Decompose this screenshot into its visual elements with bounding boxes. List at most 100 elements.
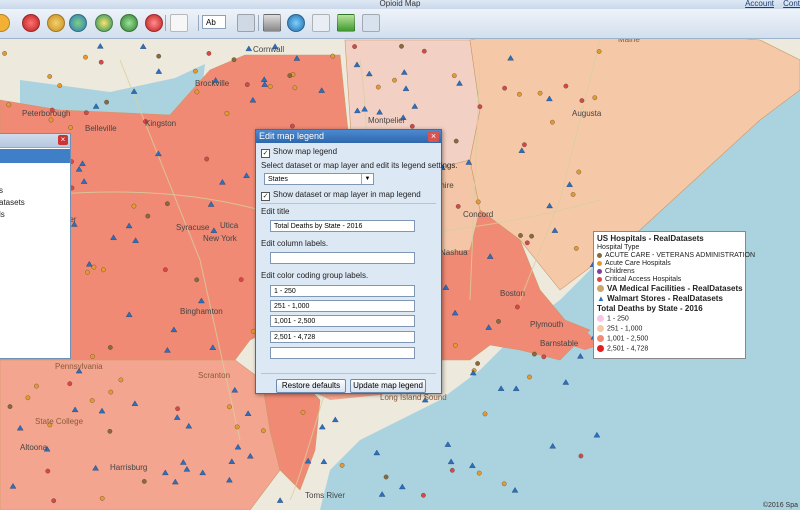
hospital-marker[interactable]	[421, 48, 427, 54]
hospital-marker[interactable]	[107, 345, 113, 350]
hospital-marker[interactable]	[517, 91, 522, 97]
account-link[interactable]: Account	[745, 0, 774, 8]
hospital-marker[interactable]	[194, 89, 200, 95]
hospital-marker[interactable]	[287, 73, 293, 78]
hospital-marker[interactable]	[300, 409, 306, 415]
hospital-marker[interactable]	[91, 264, 97, 270]
hospital-marker[interactable]	[541, 354, 547, 360]
hospital-marker[interactable]	[131, 203, 137, 209]
hospital-marker[interactable]	[518, 233, 523, 238]
hospital-marker[interactable]	[570, 192, 576, 197]
hospital-marker[interactable]	[596, 49, 602, 54]
spreadsheet-icon[interactable]	[312, 14, 330, 32]
hospital-marker[interactable]	[524, 240, 530, 246]
layers-icon[interactable]	[47, 14, 65, 32]
group-input-3[interactable]: 1,001 - 2,500	[270, 315, 415, 327]
hospital-marker[interactable]	[292, 85, 298, 91]
hospital-marker[interactable]	[85, 269, 90, 275]
hospital-marker[interactable]	[267, 84, 273, 89]
hospital-marker[interactable]	[352, 44, 357, 49]
close-icon[interactable]: ×	[58, 135, 68, 145]
hospital-marker[interactable]	[475, 199, 481, 205]
record-icon[interactable]	[22, 14, 40, 32]
hospital-marker[interactable]	[165, 201, 170, 207]
hospital-marker[interactable]	[453, 138, 459, 144]
hospital-marker[interactable]	[145, 213, 151, 219]
hospital-marker[interactable]	[515, 304, 520, 310]
hospital-marker[interactable]	[118, 377, 124, 383]
hospital-marker[interactable]	[455, 204, 461, 209]
show-dataset-row[interactable]: ✓ Show dataset or map layer in map legend	[261, 190, 421, 201]
hospital-marker[interactable]	[99, 496, 105, 501]
column-input[interactable]	[270, 252, 415, 264]
hospital-marker[interactable]	[421, 492, 426, 498]
menu-icon[interactable]	[362, 14, 380, 32]
show-legend-checkbox[interactable]: ✓	[261, 149, 270, 158]
hospital-marker[interactable]	[578, 453, 584, 459]
hospital-marker[interactable]	[57, 83, 63, 88]
hospital-marker[interactable]	[392, 77, 397, 83]
hospital-marker[interactable]	[206, 51, 212, 56]
hospital-marker[interactable]	[98, 59, 104, 65]
dataset-select[interactable]: States ▼	[264, 173, 374, 185]
hospital-marker[interactable]	[231, 57, 237, 63]
hospital-marker[interactable]	[101, 267, 106, 273]
hospital-marker[interactable]	[83, 110, 89, 116]
target-icon[interactable]	[95, 14, 113, 32]
print-icon[interactable]	[170, 14, 188, 32]
restore-defaults-button[interactable]: Restore defaults	[276, 379, 346, 393]
hospital-marker[interactable]	[108, 389, 114, 395]
hospital-marker[interactable]	[7, 404, 13, 409]
hospital-marker[interactable]	[193, 68, 198, 74]
hospital-marker[interactable]	[451, 73, 457, 79]
close-icon[interactable]: ×	[428, 131, 439, 142]
hospital-marker[interactable]	[383, 474, 389, 480]
hospital-marker[interactable]	[141, 479, 147, 484]
pan-icon[interactable]	[0, 14, 10, 32]
hospital-marker[interactable]	[496, 319, 501, 324]
hospital-marker[interactable]	[163, 267, 168, 273]
hospital-marker[interactable]	[25, 395, 31, 401]
update-legend-button[interactable]: Update map legend	[350, 379, 426, 393]
hospital-marker[interactable]	[399, 43, 404, 49]
hospital-marker[interactable]	[501, 481, 507, 487]
hospital-marker[interactable]	[532, 351, 537, 357]
hospital-marker[interactable]	[238, 277, 244, 282]
hospital-marker[interactable]	[89, 398, 95, 403]
hospital-marker[interactable]	[2, 51, 7, 56]
hospital-marker[interactable]	[45, 468, 51, 474]
hospital-marker[interactable]	[529, 233, 534, 239]
hospital-marker[interactable]	[502, 85, 507, 91]
hospital-marker[interactable]	[576, 169, 582, 175]
chevron-down-icon[interactable]: ▼	[361, 174, 373, 184]
hospital-marker[interactable]	[527, 374, 532, 380]
font-select[interactable]: Ab	[202, 15, 226, 29]
hospital-marker[interactable]	[477, 104, 483, 110]
contact-link[interactable]: Cont	[783, 0, 800, 8]
show-dataset-checkbox[interactable]: ✓	[261, 192, 270, 201]
hospital-marker[interactable]	[104, 99, 109, 105]
group-input-1[interactable]: 1 - 250	[270, 285, 415, 297]
hospital-marker[interactable]	[550, 119, 555, 125]
hospital-marker[interactable]	[330, 53, 336, 59]
panel-selected-row[interactable]	[0, 149, 70, 163]
building-icon[interactable]	[263, 14, 281, 32]
hospital-marker[interactable]	[290, 123, 295, 129]
hospital-marker[interactable]	[48, 117, 54, 123]
group-input-4[interactable]: 2,501 - 4,728	[270, 331, 415, 343]
hospital-marker[interactable]	[482, 411, 488, 417]
hospital-marker[interactable]	[563, 83, 569, 89]
hospital-marker[interactable]	[409, 123, 415, 129]
world-icon[interactable]	[287, 14, 305, 32]
hospital-marker[interactable]	[90, 354, 95, 359]
hospital-marker[interactable]	[83, 54, 88, 60]
hospital-marker[interactable]	[204, 156, 210, 162]
hospital-marker[interactable]	[260, 428, 266, 434]
hospital-marker[interactable]	[6, 102, 12, 108]
text-tool-icon[interactable]	[237, 14, 255, 32]
hospital-marker[interactable]	[449, 467, 455, 473]
show-legend-row[interactable]: ✓ Show map legend	[261, 147, 337, 158]
group-input-2[interactable]: 251 - 1,000	[270, 300, 415, 312]
delete-icon[interactable]	[145, 14, 163, 32]
hospital-marker[interactable]	[224, 111, 230, 116]
